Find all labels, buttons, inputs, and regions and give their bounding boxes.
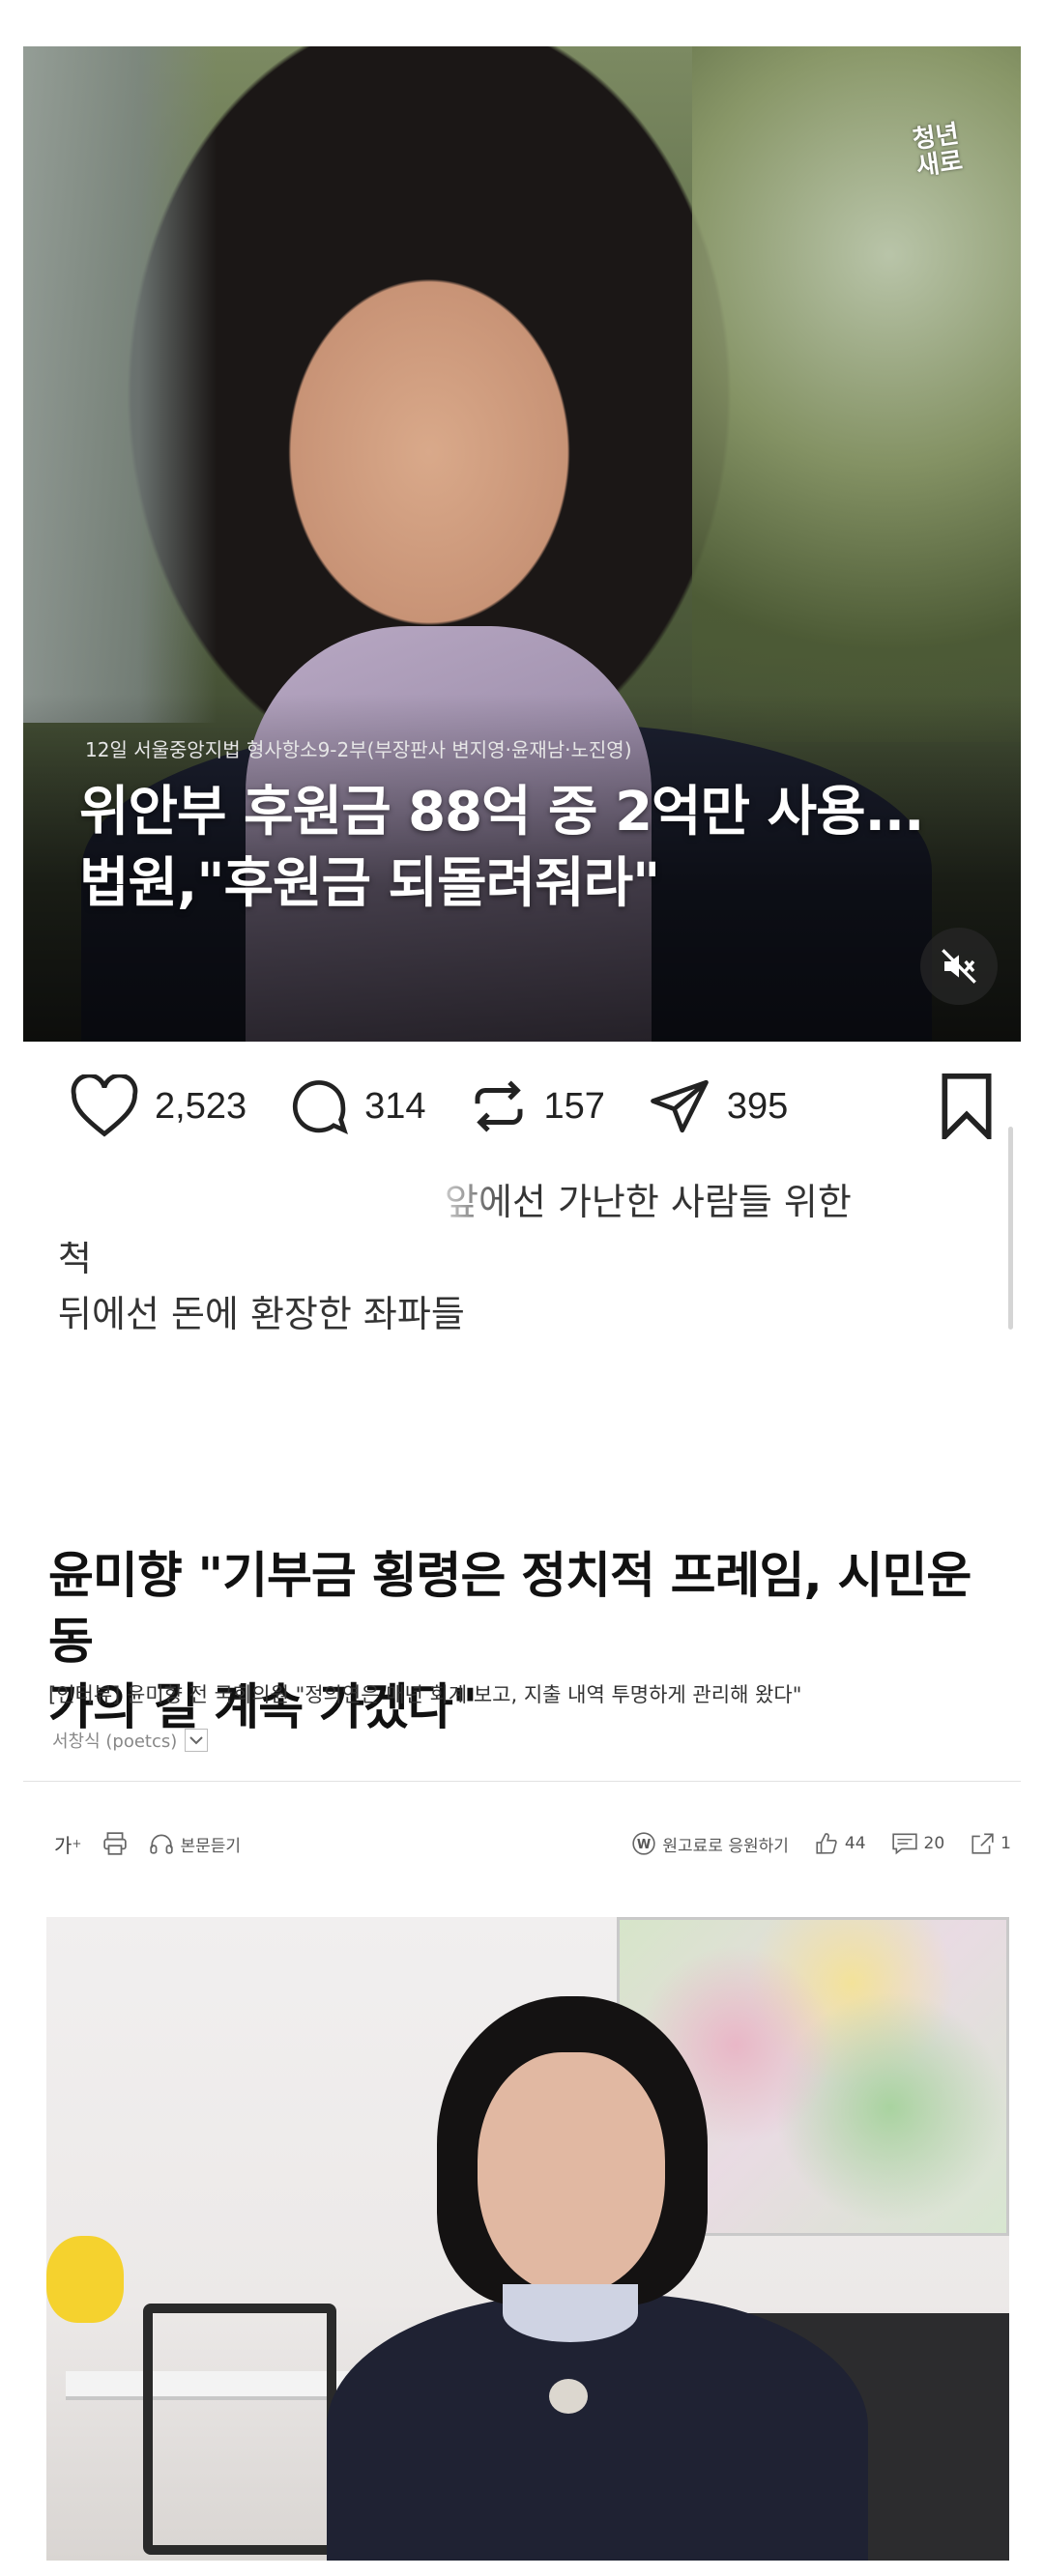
article-like-count: 44	[844, 1834, 866, 1853]
toolbar-right: W 원고료로 응원하기 44 20 1	[606, 1831, 1011, 1856]
like-button[interactable]: 2,523	[68, 1074, 246, 1138]
action-bar: 2,523 314 157 395	[68, 1068, 996, 1145]
heart-icon	[71, 1074, 138, 1137]
listen-button[interactable]: 본문듣기	[149, 1832, 241, 1856]
video-post[interactable]: 청년 새로 12일 서울중앙지법 형사항소9-2부(부장판사 변지영·윤재남·노…	[23, 46, 1021, 1042]
thumbs-up-icon	[816, 1833, 837, 1854]
listen-label: 본문듣기	[180, 1836, 242, 1856]
print-button[interactable]	[102, 1832, 128, 1855]
article-headline: 윤미향 "기부금 횡령은 정치적 프레임, 시민운동 가의 길 계속 가겠다"	[48, 1544, 1005, 1741]
article-photo	[46, 1917, 1009, 2561]
article-like-button[interactable]: 44	[814, 1831, 866, 1856]
channel-logo: 청년 새로	[911, 119, 965, 183]
channel-logo-text: 청년 새로	[911, 119, 965, 183]
send-icon	[651, 1079, 709, 1133]
comment-bubble-icon	[293, 1080, 349, 1135]
svg-text:W: W	[637, 1838, 651, 1852]
article-headline-line1: 윤미향 "기부금 횡령은 정치적 프레임, 시민운동	[48, 1548, 972, 1671]
mute-button[interactable]	[920, 928, 998, 1005]
video-caption-small: 12일 서울중앙지법 형사항소9-2부(부장판사 변지영·윤재남·노진영)	[85, 738, 632, 761]
article-toolbar: 가 + 본문듣기 W 원고료로 응원하기 44 20 1	[54, 1824, 1011, 1863]
article-share-count: 1	[1000, 1834, 1011, 1853]
font-size-button[interactable]: 가 +	[54, 1830, 81, 1858]
save-button[interactable]	[938, 1073, 996, 1139]
office-chair	[143, 2304, 336, 2555]
subject-collar	[503, 2284, 638, 2342]
like-count: 2,523	[155, 1085, 247, 1127]
scrollbar[interactable]	[1008, 1127, 1013, 1330]
share-icon	[972, 1833, 994, 1854]
share-button[interactable]: 395	[646, 1074, 788, 1138]
divider	[23, 1781, 1021, 1782]
article-comment-button[interactable]: 20	[891, 1832, 945, 1855]
comment-button[interactable]: 314	[287, 1074, 426, 1138]
support-label: 원고료로 응원하기	[662, 1836, 789, 1856]
article-comment-count: 20	[923, 1834, 945, 1853]
bookmark-icon	[942, 1073, 992, 1139]
post-text: 앞에선 가난한 사람들 위한 척 뒤에선 돈에 환장한 좌파들	[58, 1164, 986, 1342]
print-icon	[103, 1832, 128, 1855]
article-subtitle: [인터뷰] 윤미향 전 국회의원 "정의연은 매년 회계 보고, 지출 내역 투…	[48, 1683, 802, 1706]
subject-face	[478, 2052, 665, 2294]
speaker-muted-icon	[942, 949, 976, 984]
subject-brooch	[549, 2379, 588, 2414]
video-caption-line1: 위안부 후원금 88억 중 2억만 사용...	[79, 781, 924, 844]
repost-count: 157	[543, 1085, 605, 1127]
chevron-down-icon[interactable]	[185, 1729, 209, 1752]
font-size-label: 가	[54, 1833, 72, 1857]
post-text-line3: 뒤에선 돈에 환장한 좌파들	[58, 1293, 465, 1335]
background-foliage	[692, 46, 1021, 742]
yellow-toy	[46, 2236, 124, 2323]
video-caption: 위안부 후원금 88억 중 2억만 사용... 법원,"후원금 되돌려줘라"	[79, 777, 1021, 920]
article-author[interactable]: 서창식 (poetcs)	[52, 1728, 209, 1753]
repost-button[interactable]: 157	[467, 1074, 605, 1138]
support-button[interactable]: W 원고료로 응원하기	[631, 1831, 789, 1856]
video-caption-line2: 법원,"후원금 되돌려줘라"	[79, 852, 660, 915]
comment-count: 314	[364, 1085, 426, 1127]
background-wall	[23, 46, 217, 723]
won-coin-icon: W	[632, 1832, 656, 1855]
font-size-plus: +	[72, 1837, 82, 1850]
comment-icon	[891, 1833, 917, 1855]
article-share-button[interactable]: 1	[970, 1832, 1011, 1855]
headphones-icon	[150, 1834, 174, 1854]
share-count: 395	[726, 1085, 789, 1127]
author-name: 서창식 (poetcs)	[52, 1732, 178, 1752]
repost-icon	[475, 1080, 522, 1132]
redacted-area	[58, 1164, 512, 1242]
